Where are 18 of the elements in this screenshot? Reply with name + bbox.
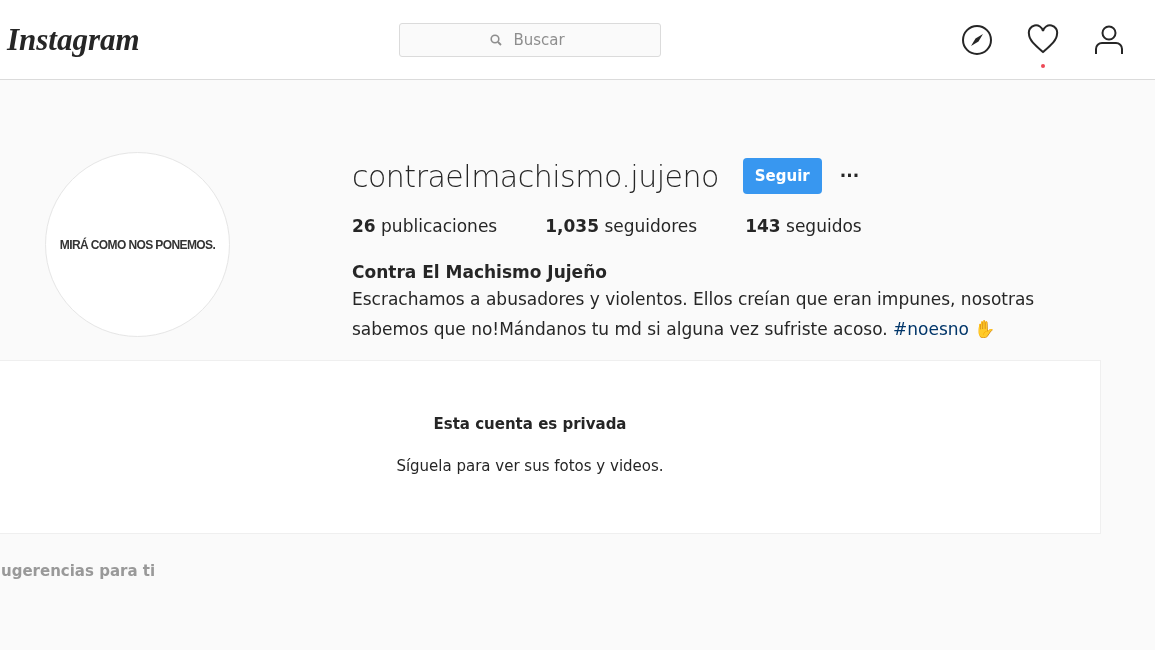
private-message: Síguela para ver sus fotos y videos. — [396, 457, 664, 475]
avatar-text: MIRÁ COMO NOS PONEMOS. — [59, 237, 216, 252]
suggestions-heading: ugerencias para ti — [1, 562, 157, 580]
stat-count[interactable]: 26 publicaciones — [352, 216, 498, 236]
hashtag-link[interactable]: #noesno — [893, 319, 969, 339]
stat-count[interactable]: 1,035 seguidores — [545, 216, 698, 236]
heart-icon[interactable] — [1027, 23, 1059, 56]
more-options-button[interactable]: ··· — [839, 166, 860, 186]
instagram-logo[interactable]: Instagram — [7, 21, 399, 58]
search-field[interactable]: Buscar — [399, 22, 661, 57]
private-title: Esta cuenta es privada — [433, 415, 627, 433]
profile-icon[interactable] — [1093, 23, 1125, 56]
stat-count[interactable]: 143 seguidos — [745, 216, 862, 236]
full-name: Contra El Machismo Jujeño — [352, 262, 608, 282]
compass-icon[interactable] — [961, 23, 993, 56]
search-icon — [490, 33, 502, 46]
bio-text: Escrachamos a abusadores y violentos. Ellos creían que eran impunes, nosotras sabemos que no!Mándanos tu md si alguna vez sufriste acoso. #noesno ✋ — [352, 288, 1036, 341]
username: contraelmachismo.jujeno — [352, 158, 719, 194]
